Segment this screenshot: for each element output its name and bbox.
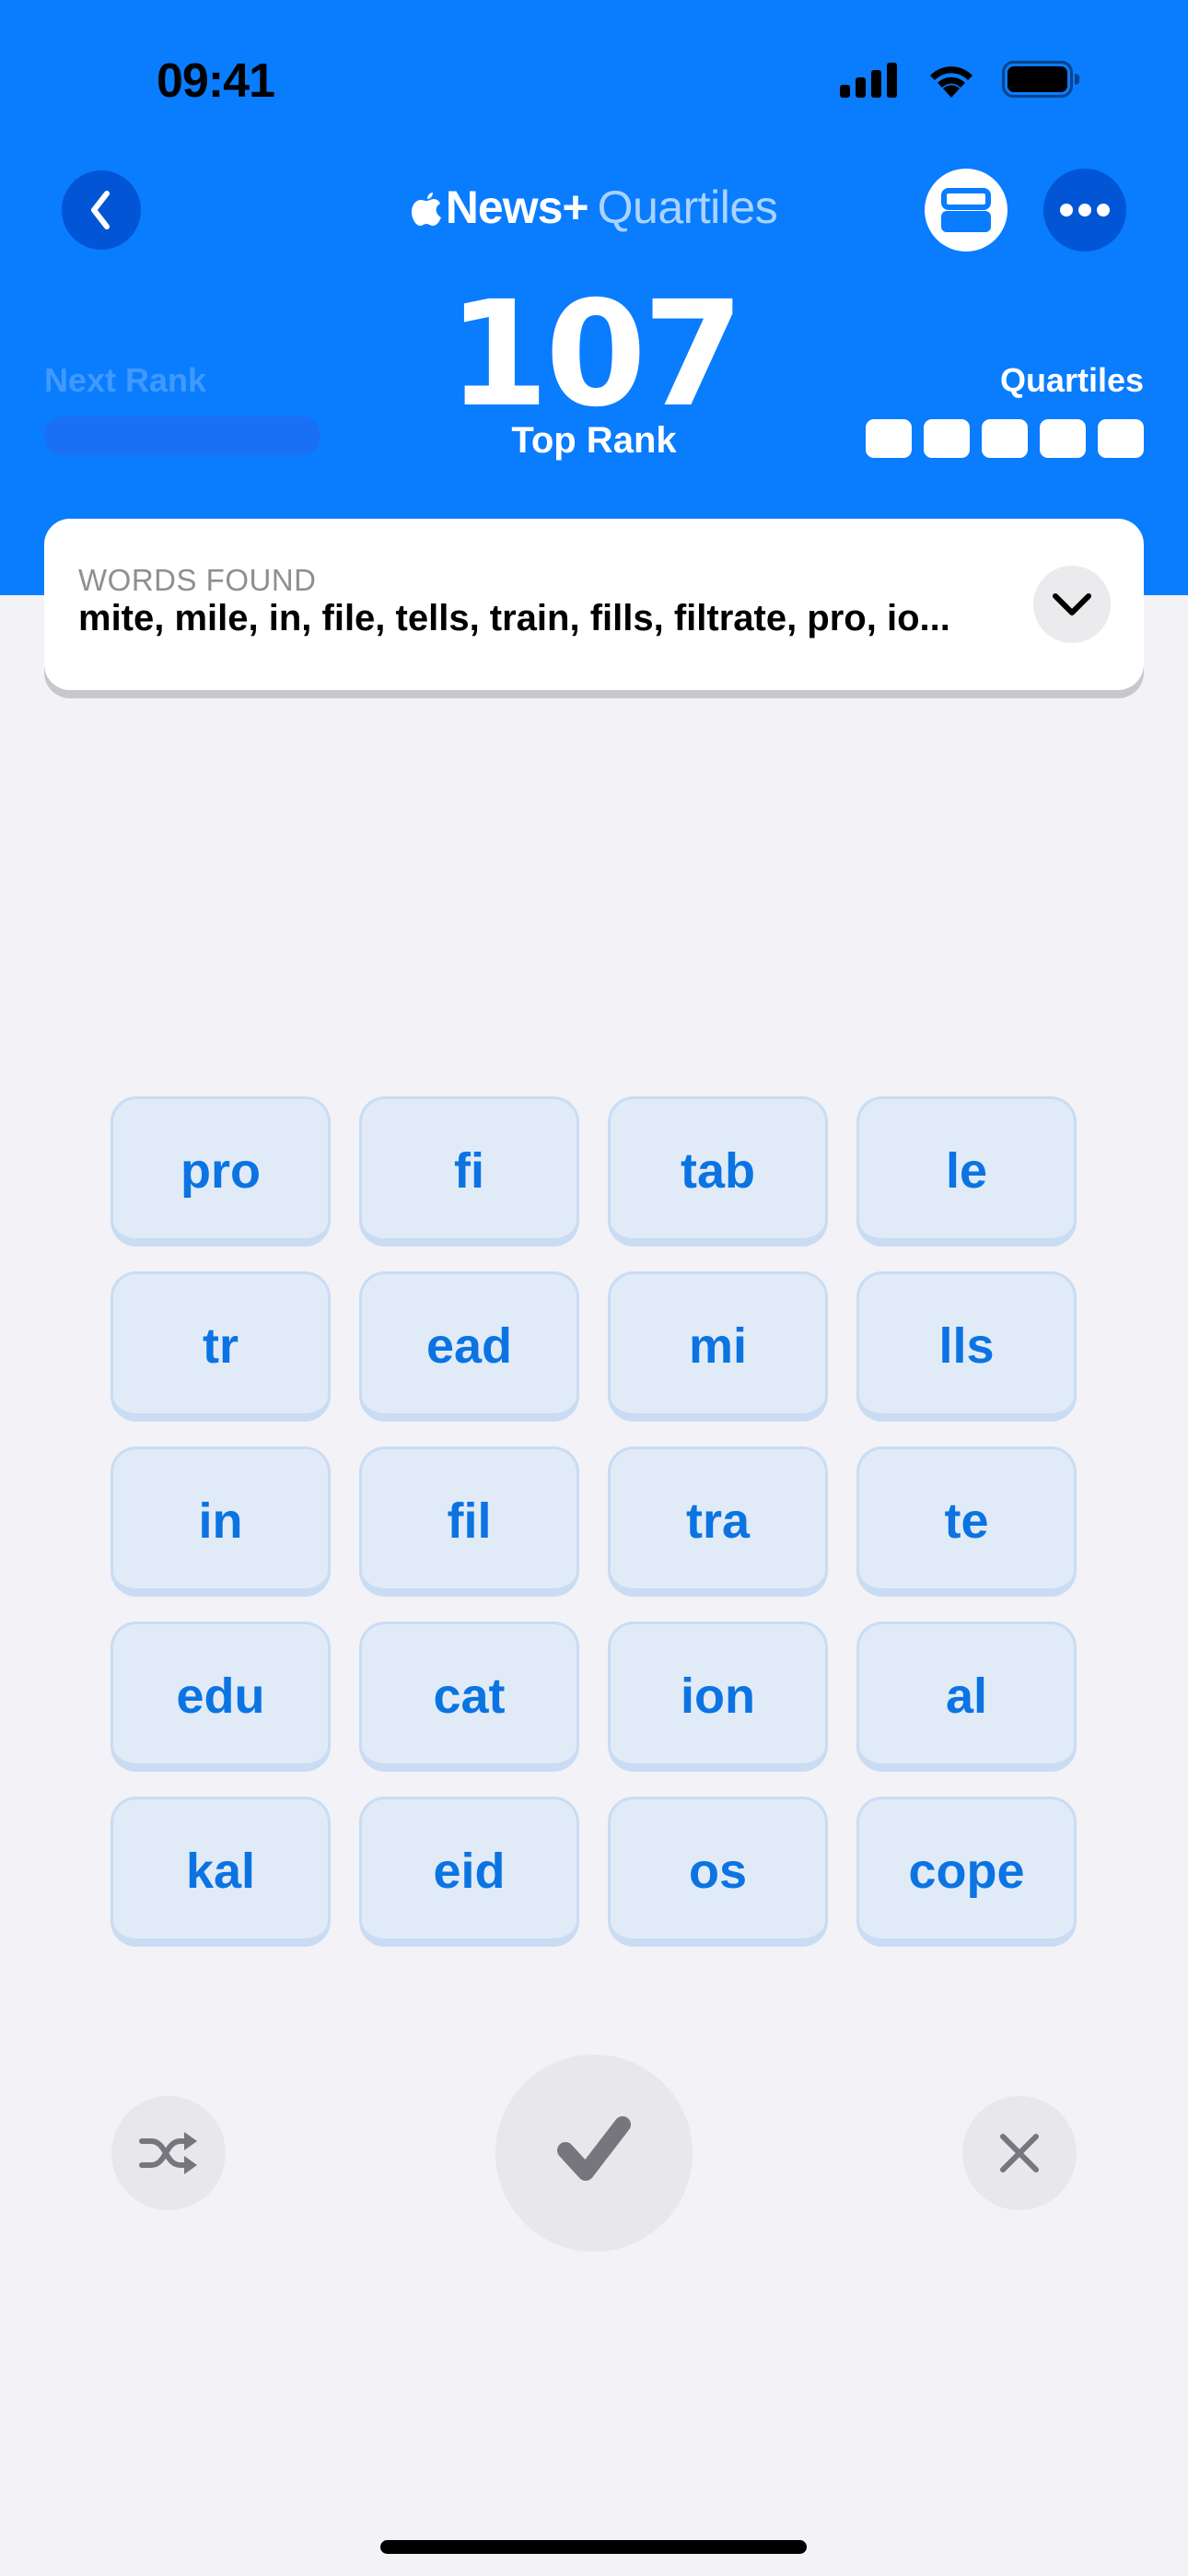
app-title: News+ Quartiles [0, 175, 1188, 240]
stacked-rectangles-icon [941, 188, 991, 232]
checkmark-icon [557, 2116, 631, 2181]
quartile-indicator [1098, 419, 1144, 458]
tile-ion[interactable]: ion [608, 1622, 828, 1772]
tile-al[interactable]: al [856, 1622, 1077, 1772]
clear-button[interactable] [962, 2096, 1077, 2210]
tile-le[interactable]: le [856, 1096, 1077, 1247]
quartile-indicator [866, 419, 912, 458]
wifi-icon [930, 66, 973, 98]
tile-in[interactable]: in [111, 1446, 331, 1597]
close-icon [1000, 2134, 1039, 2172]
tile-te[interactable]: te [856, 1446, 1077, 1597]
layout-toggle-button[interactable] [925, 169, 1007, 252]
submit-button[interactable] [495, 2055, 693, 2252]
shuffle-icon [139, 2132, 197, 2174]
tile-grid: pro fi tab le tr ead mi lls in fil tra te edu cat ion a… [111, 1096, 1077, 1947]
tile-tra[interactable]: tra [608, 1446, 828, 1597]
quartile-indicator [1040, 419, 1086, 458]
score: 107 [448, 270, 744, 439]
tile-kal[interactable]: kal [111, 1797, 331, 1947]
tile-eid[interactable]: eid [359, 1797, 579, 1947]
tile-pro[interactable]: pro [111, 1096, 331, 1247]
brand-label: News+ [445, 181, 589, 233]
tile-tr[interactable]: tr [111, 1271, 331, 1422]
status-time: 09:41 [157, 54, 275, 108]
quartiles-label: Quartiles [999, 361, 1144, 399]
tile-edu[interactable]: edu [111, 1622, 331, 1772]
expand-words-button[interactable] [1033, 566, 1111, 643]
shuffle-button[interactable] [111, 2096, 226, 2210]
quartile-indicator [924, 419, 970, 458]
tile-mi[interactable]: mi [608, 1271, 828, 1422]
quartile-indicators [866, 419, 1144, 458]
home-indicator[interactable] [380, 2540, 807, 2554]
chevron-down-icon [1053, 593, 1091, 615]
battery-icon [1002, 61, 1079, 98]
tile-os[interactable]: os [608, 1797, 828, 1947]
tile-ead[interactable]: ead [359, 1271, 579, 1422]
game-title: Quartiles [597, 181, 778, 233]
words-found-card[interactable]: WORDS FOUND mite, mile, in, file, tells,… [44, 519, 1144, 690]
tile-fi[interactable]: fi [359, 1096, 579, 1247]
ellipsis-icon [1060, 204, 1110, 217]
quartile-indicator [982, 419, 1028, 458]
words-found-label: WORDS FOUND [78, 563, 317, 597]
status-icons [840, 59, 1089, 101]
tile-fil[interactable]: fil [359, 1446, 579, 1597]
tile-tab[interactable]: tab [608, 1096, 828, 1247]
tile-cat[interactable]: cat [359, 1622, 579, 1772]
tile-lls[interactable]: lls [856, 1271, 1077, 1422]
tile-cope[interactable]: cope [856, 1797, 1077, 1947]
words-found-list: mite, mile, in, file, tells, train, fill… [78, 598, 950, 638]
apple-logo-icon [411, 193, 441, 226]
more-options-button[interactable] [1043, 169, 1126, 252]
